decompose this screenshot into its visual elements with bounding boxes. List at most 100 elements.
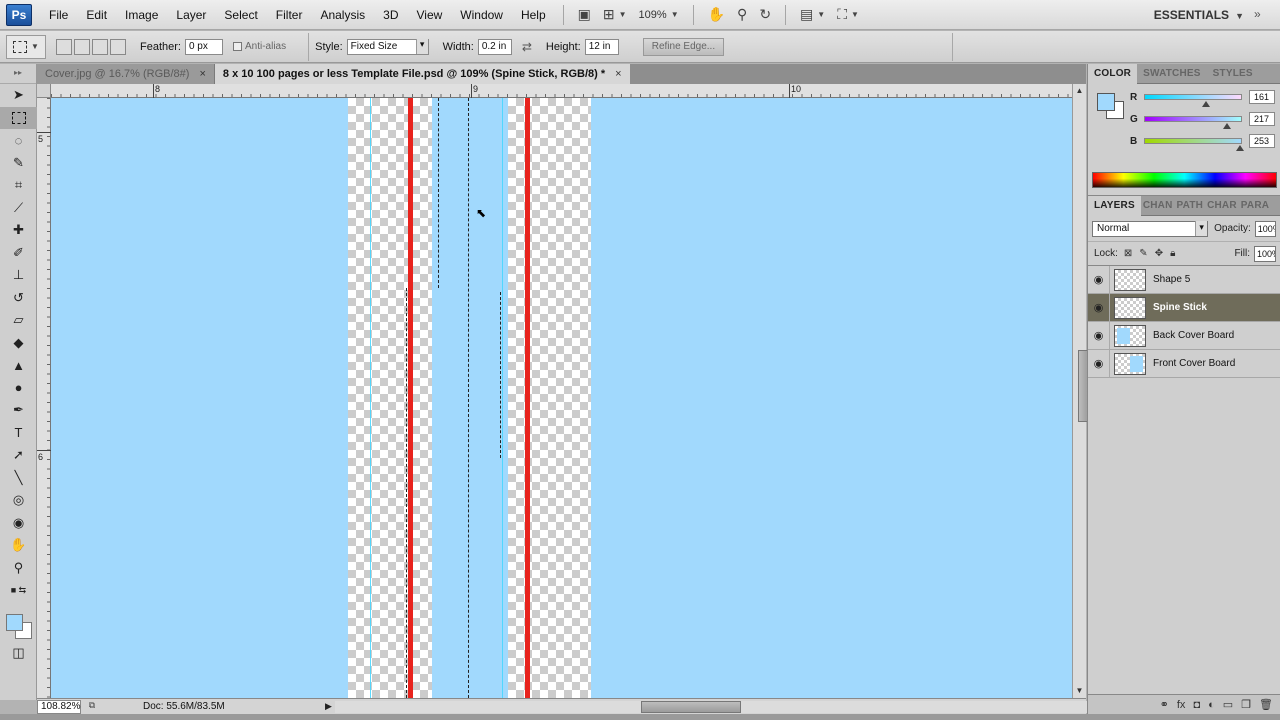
workspace-search-icon[interactable]: » [1254,7,1274,23]
slider-knob-icon[interactable] [1236,145,1245,151]
tab-character[interactable]: CHAR [1205,196,1239,216]
menu-3d[interactable]: 3D [374,0,407,30]
lock-all-icon[interactable]: 🔒︎ [1170,248,1175,259]
clone-stamp-tool-icon[interactable]: ⊥ [0,264,37,287]
3d-orbit-tool-icon[interactable]: ◉ [0,512,37,535]
zoom-tool-button[interactable]: ⚲ [731,0,753,30]
red-slider[interactable] [1144,94,1242,107]
vertical-ruler[interactable]: 5 6 [37,98,51,698]
toolbox-grip[interactable]: ▸▸ [0,64,36,84]
delete-layer-icon[interactable]: 🗑︎ [1259,698,1273,711]
rotate-view-button[interactable]: ↻ [753,0,777,30]
menu-analysis[interactable]: Analysis [311,0,374,30]
zoom-percentage-field[interactable]: 108.82% [37,699,81,714]
rectangular-marquee-tool-icon[interactable] [0,106,37,129]
tab-layers[interactable]: LAYERS [1088,195,1141,216]
height-input[interactable]: 12 in [584,38,619,55]
layer-row-shape-5[interactable]: ◉ Shape 5 [1088,265,1280,294]
tab-template-psd[interactable]: 8 x 10 100 pages or less Template File.p… [214,64,630,84]
menu-edit[interactable]: Edit [77,0,116,30]
scrollbar-thumb[interactable] [641,701,741,713]
lock-transparent-icon[interactable]: ⊠ [1124,248,1132,259]
path-selection-tool-icon[interactable]: ➚ [0,444,37,467]
menu-help[interactable]: Help [512,0,555,30]
antialias-checkbox[interactable]: Anti-alias [232,41,286,52]
menu-filter[interactable]: Filter [267,0,312,30]
width-input[interactable]: 0.2 in [477,38,512,55]
intersect-selection-icon[interactable] [110,38,126,55]
document-canvas[interactable]: ⬉ [51,98,1072,698]
3d-rotate-tool-icon[interactable]: ◎ [0,489,37,512]
layer-style-icon[interactable]: fx [1177,699,1186,711]
eye-icon[interactable]: ◉ [1088,349,1110,378]
ruler-origin[interactable] [37,84,51,98]
eyedropper-tool-icon[interactable]: ⟋ [0,197,37,220]
menu-select[interactable]: Select [215,0,266,30]
tab-swatches[interactable]: SWATCHES [1137,64,1207,84]
blur-tool-icon[interactable]: ▲ [0,354,37,377]
add-mask-icon[interactable]: ◘ [1193,699,1200,711]
new-selection-icon[interactable] [56,38,72,55]
foreground-color-swatch[interactable] [6,614,23,631]
history-brush-tool-icon[interactable]: ↺ [0,287,37,310]
opacity-field[interactable]: 100% [1254,220,1276,237]
adjustment-layer-icon[interactable]: ◐ [1208,699,1215,711]
guide-line[interactable] [502,98,503,698]
blue-slider[interactable] [1144,138,1245,151]
tab-styles[interactable]: STYLES [1207,64,1259,84]
tab-color[interactable]: COLOR [1088,63,1138,84]
zoom-level-select[interactable]: 109% ▼ [633,0,685,30]
new-layer-icon[interactable]: ❐ [1241,698,1251,711]
new-group-icon[interactable]: ▭ [1223,698,1233,711]
red-value-field[interactable]: 161 [1249,90,1275,104]
workspace-switcher[interactable]: ESSENTIALS ▼ [1154,0,1244,30]
tab-paragraph[interactable]: PARA [1239,196,1271,216]
hand-tool-icon[interactable]: ✋ [0,534,37,557]
refine-edge-button[interactable]: Refine Edge... [642,37,725,56]
menu-window[interactable]: Window [451,0,512,30]
foreground-color-swatch[interactable] [1097,93,1115,111]
hand-tool-button[interactable]: ✋ [702,0,731,30]
close-icon[interactable]: × [615,68,621,80]
close-icon[interactable]: × [199,68,205,80]
lasso-tool-icon[interactable]: ◌ [0,129,37,152]
green-value-field[interactable]: 217 [1249,112,1275,126]
menu-file[interactable]: File [40,0,77,30]
menu-layer[interactable]: Layer [167,0,215,30]
horizontal-scrollbar[interactable] [335,701,1097,713]
menu-view[interactable]: View [407,0,451,30]
layer-row-front-cover-board[interactable]: ◉ Front Cover Board [1088,349,1280,378]
blue-value-field[interactable]: 253 [1249,134,1275,148]
guide-line[interactable] [370,98,371,698]
slider-knob-icon[interactable] [1201,101,1210,107]
subtract-selection-icon[interactable] [92,38,108,55]
dodge-tool-icon[interactable]: ● [0,377,37,400]
lock-image-icon[interactable]: ✎ [1139,248,1147,259]
eye-icon[interactable]: ◉ [1088,321,1110,350]
tab-paths[interactable]: PATH [1175,196,1206,216]
screen-mode-button[interactable]: ⛶ ▼ [831,0,865,30]
eraser-tool-icon[interactable]: ▱ [0,309,37,332]
link-layers-icon[interactable]: ⚭ [1160,698,1169,711]
type-tool-icon[interactable]: T [0,422,37,445]
default-colors-icon[interactable]: ■ ⇆ [0,579,37,602]
quick-mask-icon[interactable]: ◫ [0,642,37,665]
launch-bridge-button[interactable]: ▣ [572,0,597,30]
feather-input[interactable]: 0 px [184,38,223,55]
green-slider[interactable] [1144,116,1242,129]
crop-tool-icon[interactable]: ⌗ [0,174,37,197]
color-swatches[interactable] [4,614,34,644]
view-extras-button[interactable]: ⊞ ▼ [597,0,633,30]
move-tool-icon[interactable]: ➤ [0,84,37,107]
scroll-up-icon[interactable]: ▲ [1073,84,1086,98]
line-tool-icon[interactable]: ╲ [0,467,37,490]
menu-image[interactable]: Image [116,0,167,30]
swap-dimensions-icon[interactable]: ⇄ [522,40,532,54]
paint-bucket-tool-icon[interactable]: ◆ [0,332,37,355]
layer-row-back-cover-board[interactable]: ◉ Back Cover Board [1088,321,1280,350]
arrange-documents-button[interactable]: ▤ ▼ [794,0,831,30]
quick-selection-tool-icon[interactable]: ✎ [0,152,37,175]
brush-tool-icon[interactable]: ✐ [0,242,37,265]
eye-icon[interactable]: ◉ [1088,293,1110,322]
fill-field[interactable]: 100% [1254,245,1276,262]
